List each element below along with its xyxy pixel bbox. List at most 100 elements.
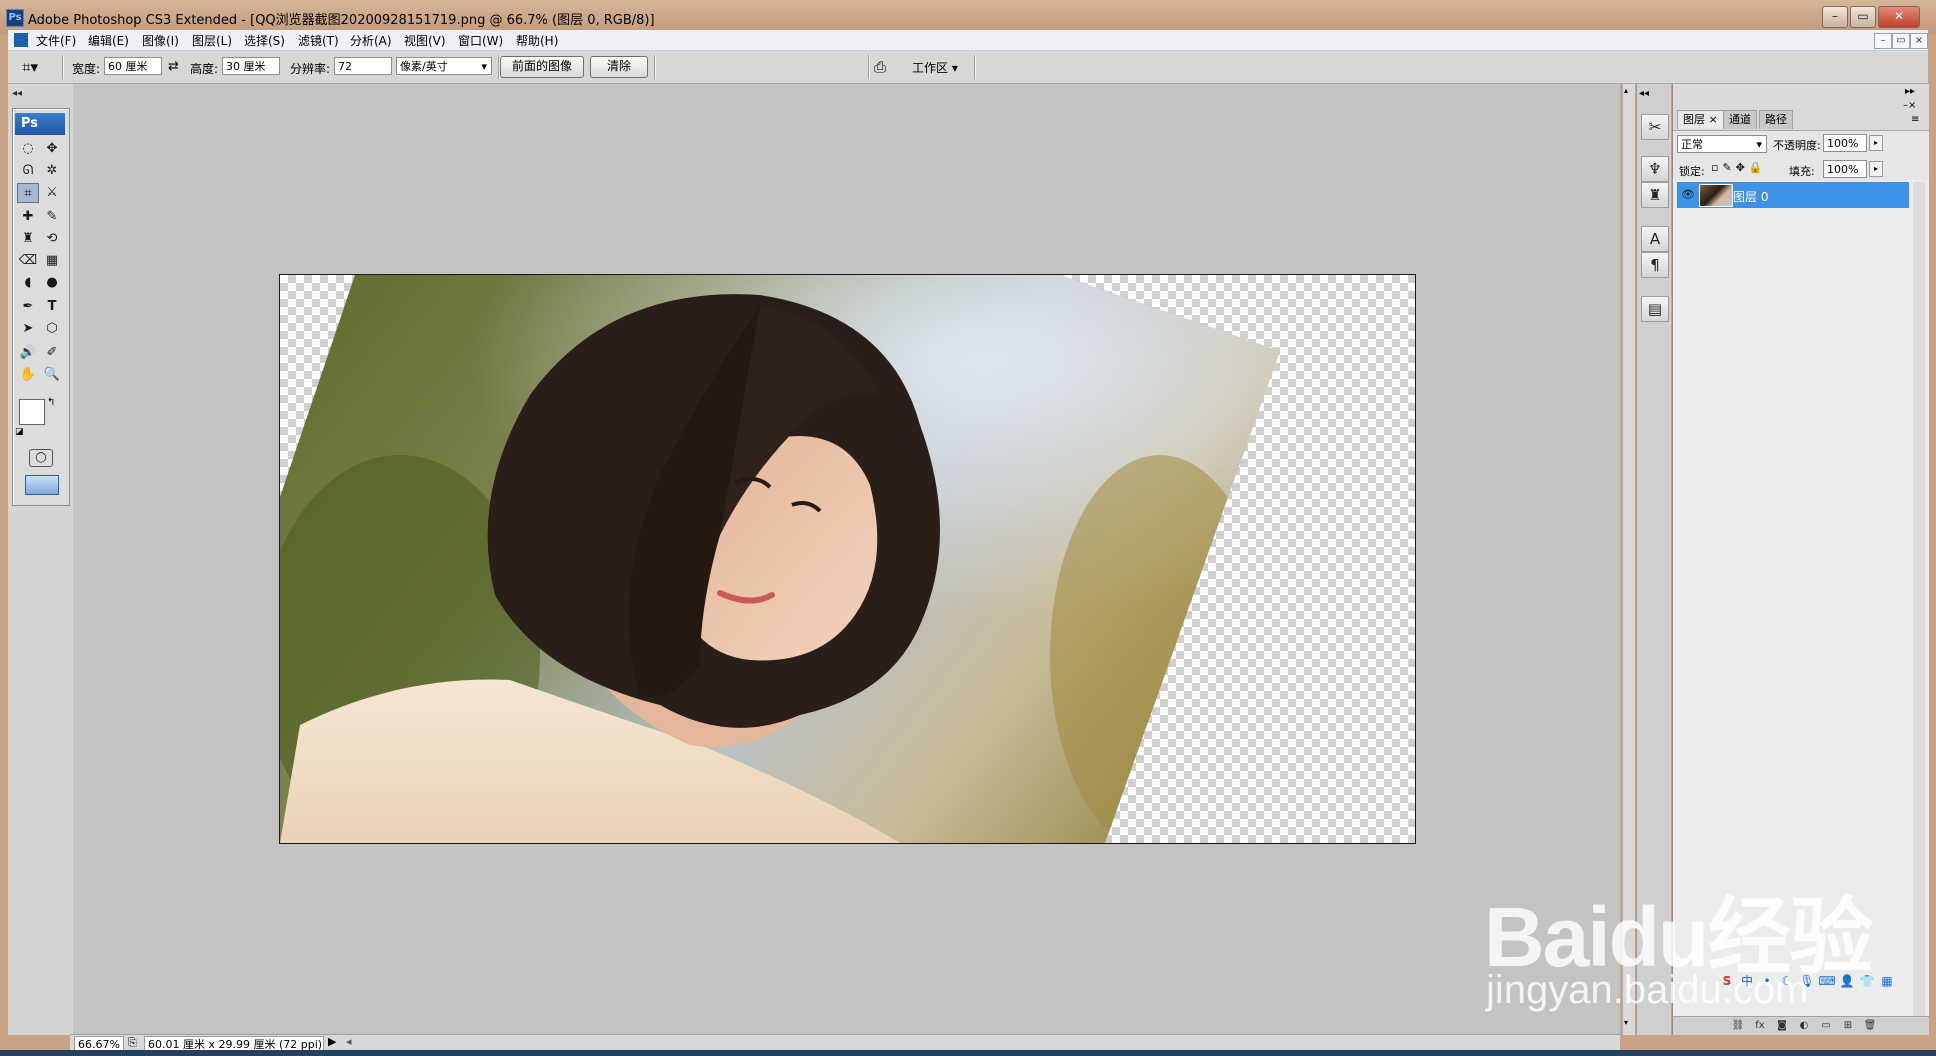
crop-tool-preset-icon[interactable]: ⌗▾ xyxy=(22,57,46,77)
healing-brush-tool-icon[interactable]: ✚ xyxy=(17,207,39,227)
close-button[interactable]: ✕ xyxy=(1878,6,1920,28)
menu-image[interactable]: 图像(I) xyxy=(142,32,179,49)
quick-mask-icon[interactable]: ◯ xyxy=(29,449,53,467)
layer-comps-panel-icon[interactable]: ▤ xyxy=(1641,296,1669,322)
layer-name[interactable]: 图层 0 xyxy=(1733,188,1768,205)
panel-close-icon[interactable]: –× xyxy=(1903,100,1916,111)
clear-button[interactable]: 清除 xyxy=(590,56,648,78)
paragraph-panel-icon[interactable]: ¶ xyxy=(1641,252,1669,278)
brushes-panel-icon[interactable]: ♆ xyxy=(1641,156,1669,182)
screen-mode-icon[interactable] xyxy=(25,475,59,495)
doc-close-button[interactable]: × xyxy=(1910,33,1928,49)
tab-channels[interactable]: 通道 xyxy=(1723,110,1757,129)
resolution-input[interactable]: 72 xyxy=(334,57,392,75)
menu-select[interactable]: 选择(S) xyxy=(244,32,285,49)
magic-wand-tool-icon[interactable]: ✲ xyxy=(41,161,63,181)
menu-file[interactable]: 文件(F) xyxy=(36,32,76,49)
fill-input[interactable]: 100% xyxy=(1823,160,1867,178)
eraser-tool-icon[interactable]: ⌫ xyxy=(17,251,39,271)
gradient-tool-icon[interactable]: ▦ xyxy=(41,251,63,271)
brush-tool-icon[interactable]: ✎ xyxy=(41,207,63,227)
front-image-button[interactable]: 前面的图像 xyxy=(500,56,584,78)
doc-restore-button[interactable]: ▭ xyxy=(1892,33,1910,49)
panel-menu-icon[interactable]: ≡ xyxy=(1911,114,1919,125)
height-input[interactable]: 30 厘米 xyxy=(222,57,280,75)
menu-view[interactable]: 视图(V) xyxy=(404,32,446,49)
clone-source-panel-icon[interactable]: ♜ xyxy=(1641,182,1669,208)
zoom-tool-icon[interactable]: 🔍 xyxy=(41,365,63,385)
status-menu-arrow-icon[interactable]: ▶ xyxy=(328,1035,336,1048)
crop-tool-icon[interactable]: ⌗ xyxy=(17,183,39,203)
photoshop-app-icon[interactable]: Ps xyxy=(6,9,24,27)
ime-voice-icon[interactable]: 🎙 xyxy=(1798,972,1816,990)
clone-stamp-tool-icon[interactable]: ♜ xyxy=(17,229,39,249)
link-layers-icon[interactable]: ⛓ xyxy=(1731,1019,1745,1032)
resolution-unit-select[interactable]: 像素/英寸 ▾ xyxy=(396,57,492,75)
lasso-tool-icon[interactable]: ᘏ xyxy=(17,161,39,181)
tools-panel-icon[interactable]: ✂ xyxy=(1641,114,1669,140)
menu-help[interactable]: 帮助(H) xyxy=(516,32,558,49)
history-brush-tool-icon[interactable]: ⟲ xyxy=(41,229,63,249)
expand-dock-icon[interactable]: ◂◂ xyxy=(1639,88,1649,99)
sogou-ime-icon[interactable]: S xyxy=(1718,972,1736,990)
opacity-input[interactable]: 100% xyxy=(1823,134,1867,152)
bridge-icon[interactable]: ⎙ xyxy=(874,58,886,76)
lock-options-icon[interactable]: ▫✎✥🔒 xyxy=(1711,161,1767,174)
menu-layer[interactable]: 图层(L) xyxy=(192,32,232,49)
hand-tool-icon[interactable]: ✋ xyxy=(17,365,39,385)
zoom-level-field[interactable]: 66.67% xyxy=(74,1036,124,1051)
menu-analysis[interactable]: 分析(A) xyxy=(350,32,392,49)
new-group-icon[interactable]: ▭ xyxy=(1819,1019,1833,1032)
ime-keyboard-icon[interactable]: ⌨ xyxy=(1818,972,1836,990)
swap-colors-icon[interactable]: ↰ xyxy=(47,397,55,408)
eyedropper-tool-icon[interactable]: ✐ xyxy=(41,343,63,363)
layers-scrollbar[interactable] xyxy=(1913,182,1925,1016)
ime-punct-icon[interactable]: • xyxy=(1758,972,1776,990)
document-canvas[interactable] xyxy=(279,274,1416,844)
menu-edit[interactable]: 编辑(E) xyxy=(88,32,129,49)
workspace-button[interactable]: 工作区 ▾ xyxy=(912,59,958,76)
notes-tool-icon[interactable]: 🔊 xyxy=(17,343,39,363)
menu-window[interactable]: 窗口(W) xyxy=(458,32,503,49)
ime-mode-icon[interactable]: 中 xyxy=(1738,972,1756,990)
add-mask-icon[interactable]: ◙ xyxy=(1775,1019,1789,1032)
ime-grid-icon[interactable]: ▦ xyxy=(1878,972,1896,990)
ime-shirt-icon[interactable]: 👕 xyxy=(1858,972,1876,990)
ime-user-icon[interactable]: 👤 xyxy=(1838,972,1856,990)
default-colors-icon[interactable]: ◪ xyxy=(15,427,24,437)
tab-layers[interactable]: 图层 × xyxy=(1677,110,1724,129)
shape-tool-icon[interactable]: ⬡ xyxy=(41,319,63,339)
marquee-tool-icon[interactable]: ◌ xyxy=(17,139,39,159)
minimize-button[interactable]: – xyxy=(1822,6,1848,28)
character-panel-icon[interactable]: A xyxy=(1641,226,1669,252)
delete-layer-icon[interactable]: 🗑 xyxy=(1863,1019,1877,1032)
swap-dimensions-icon[interactable]: ⇄ xyxy=(168,59,179,74)
scroll-left-icon[interactable]: ◂ xyxy=(346,1035,352,1048)
restore-button[interactable]: ▭ xyxy=(1850,6,1876,28)
blur-tool-icon[interactable]: ◖ xyxy=(17,273,39,293)
ime-moon-icon[interactable]: ☾ xyxy=(1778,972,1796,990)
menu-filter[interactable]: 滤镜(T) xyxy=(298,32,339,49)
visibility-eye-icon[interactable]: 👁 xyxy=(1681,188,1695,201)
path-selection-tool-icon[interactable]: ➤ xyxy=(17,319,39,339)
slice-tool-icon[interactable]: ⚔ xyxy=(41,183,63,203)
layer-style-icon[interactable]: fx xyxy=(1753,1019,1767,1032)
pen-tool-icon[interactable]: ✒ xyxy=(17,297,39,317)
new-layer-icon[interactable]: ⊞ xyxy=(1841,1019,1855,1032)
scroll-up-icon[interactable]: ▴ xyxy=(1624,86,1628,95)
fill-slider-arrow-icon[interactable]: ▸ xyxy=(1869,161,1883,177)
type-tool-icon[interactable]: T xyxy=(41,297,63,317)
collapse-arrows-icon[interactable]: ◂◂ xyxy=(12,88,22,99)
layer-row[interactable]: 👁 图层 0 xyxy=(1677,182,1909,208)
adjustment-layer-icon[interactable]: ◐ xyxy=(1797,1019,1811,1032)
foreground-color-swatch[interactable] xyxy=(19,399,45,425)
width-input[interactable]: 60 厘米 xyxy=(104,57,162,75)
collapse-panel-icon[interactable]: ▸▸ xyxy=(1905,86,1915,97)
opacity-slider-arrow-icon[interactable]: ▸ xyxy=(1869,135,1883,151)
dodge-tool-icon[interactable]: ● xyxy=(41,273,63,293)
doc-minimize-button[interactable]: – xyxy=(1874,33,1892,49)
move-tool-icon[interactable]: ✥ xyxy=(41,139,63,159)
tab-paths[interactable]: 路径 xyxy=(1759,110,1793,129)
scroll-down-icon[interactable]: ▾ xyxy=(1624,1018,1628,1027)
blend-mode-select[interactable]: 正常 ▾ xyxy=(1677,135,1767,153)
